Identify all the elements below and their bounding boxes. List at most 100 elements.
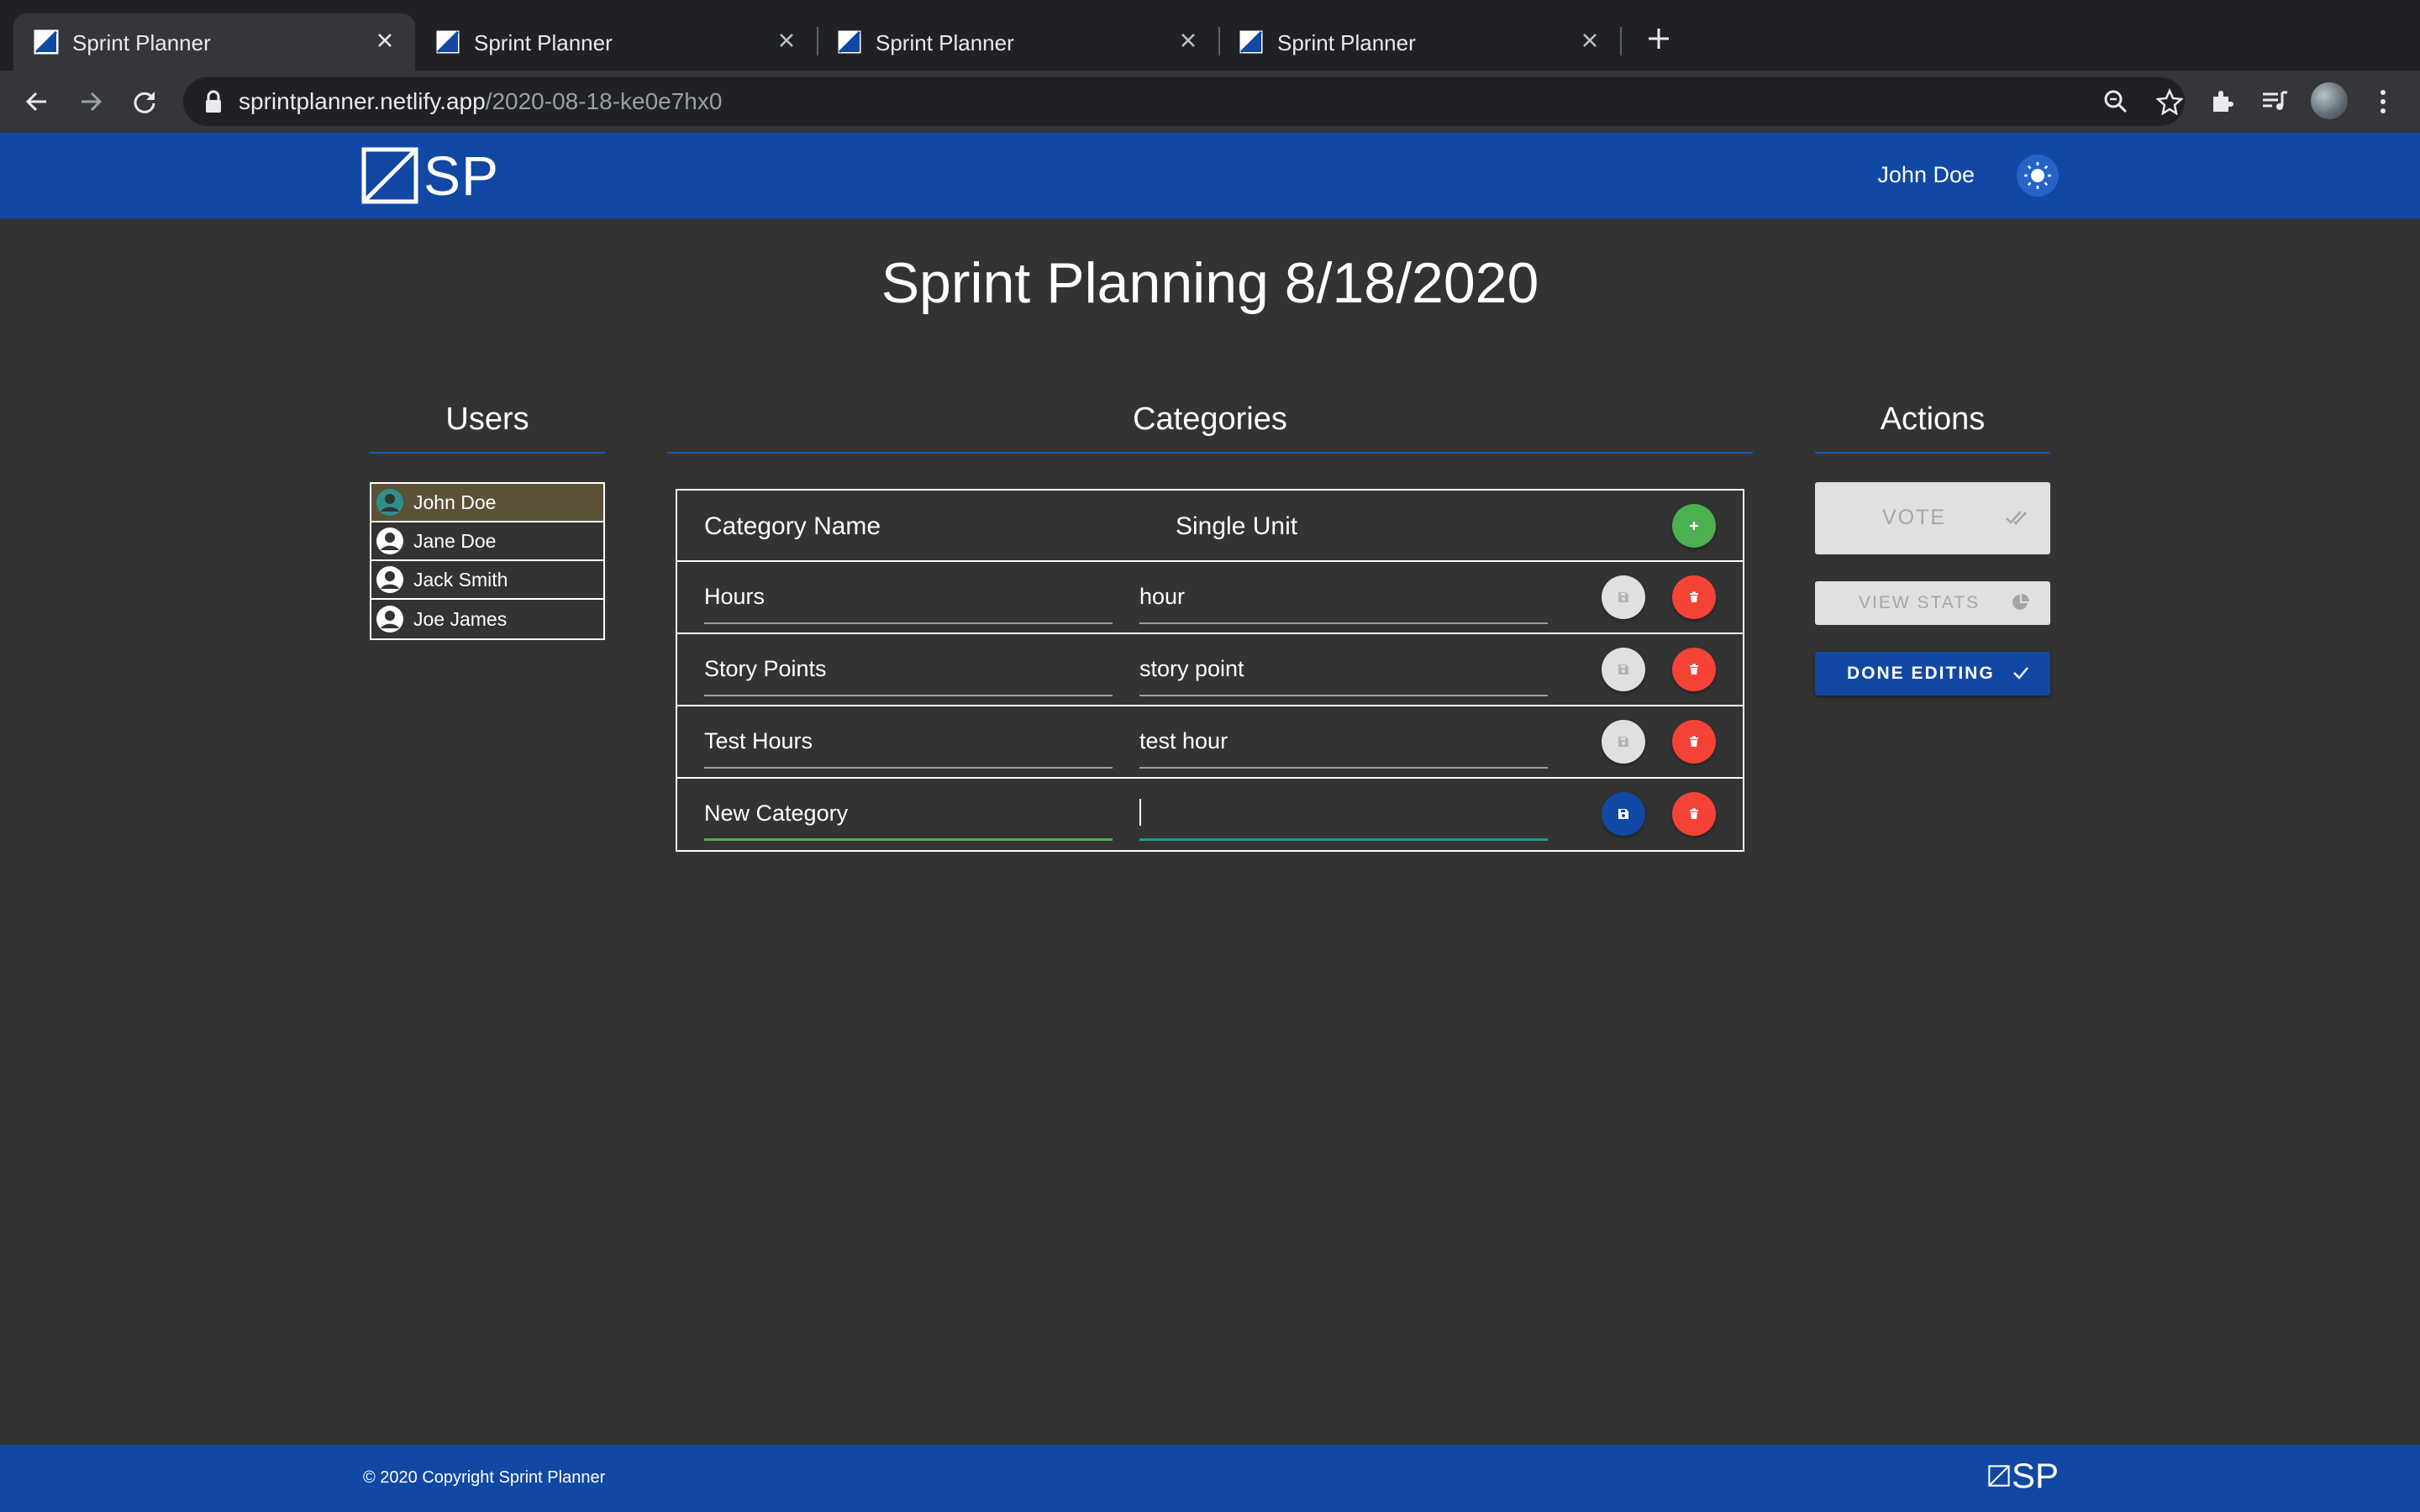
browser-tab-strip: Sprint Planner Sprint Planner Sprint Pla… xyxy=(0,0,2420,71)
user-name: Jane Doe xyxy=(413,529,497,552)
done-all-icon xyxy=(2006,511,2027,525)
url-domain: sprintplanner.netlify.app xyxy=(239,88,486,114)
profile-avatar[interactable] xyxy=(2311,82,2348,119)
close-tab-icon[interactable] xyxy=(368,24,402,57)
zoom-icon[interactable] xyxy=(2099,85,2133,118)
theme-toggle-button[interactable] xyxy=(2017,155,2059,197)
account-circle-icon xyxy=(376,489,403,516)
delete-category-button[interactable] xyxy=(1672,720,1716,764)
view-stats-button[interactable]: VIEW STATS xyxy=(1815,581,2050,625)
tab-title: Sprint Planner xyxy=(72,30,211,55)
browser-menu-icon[interactable] xyxy=(2365,83,2402,120)
save-category-button[interactable] xyxy=(1602,648,1645,691)
user-name: Joe James xyxy=(413,607,508,630)
close-tab-icon[interactable] xyxy=(1573,24,1607,57)
trash-icon xyxy=(1690,664,1698,675)
pie-chart-icon xyxy=(2012,594,2029,610)
user-item[interactable]: John Doe xyxy=(371,484,603,522)
account-circle-icon xyxy=(376,566,403,593)
categories-table: Category Name Single Unit Hours hour Sto… xyxy=(676,489,1744,852)
single-unit-value: story point xyxy=(1139,656,1244,681)
reload-icon[interactable] xyxy=(126,83,163,120)
category-name-field[interactable]: Story Points xyxy=(704,643,1113,696)
user-item[interactable]: Jane Doe xyxy=(371,522,603,561)
category-name-value: Story Points xyxy=(704,656,827,681)
single-unit-field[interactable]: test hour xyxy=(1139,715,1548,769)
forward-arrow-icon[interactable] xyxy=(72,83,109,120)
lock-icon[interactable] xyxy=(202,89,225,114)
save-category-button[interactable] xyxy=(1602,720,1645,764)
categories-divider xyxy=(667,452,1753,454)
column-header-single-unit: Single Unit xyxy=(1176,512,1298,540)
save-icon xyxy=(1618,592,1628,602)
tab-separator xyxy=(1620,27,1622,55)
logo-mark-icon xyxy=(361,147,418,204)
save-icon xyxy=(1618,737,1628,747)
user-name: Jack Smith xyxy=(413,568,508,591)
category-row: Test Hours test hour xyxy=(677,706,1743,779)
delete-category-button[interactable] xyxy=(1672,792,1716,836)
browser-tab[interactable]: Sprint Planner xyxy=(415,13,817,71)
logo-mark-icon xyxy=(1988,1465,2010,1487)
category-row: New Category xyxy=(677,779,1743,851)
trash-icon xyxy=(1690,591,1698,602)
field-underline xyxy=(704,767,1113,769)
category-name-field[interactable]: Test Hours xyxy=(704,715,1113,769)
user-item[interactable]: Joe James xyxy=(371,600,603,638)
text-cursor xyxy=(1139,799,1141,826)
browser-tab[interactable]: Sprint Planner xyxy=(13,13,415,71)
single-unit-field[interactable]: hour xyxy=(1139,570,1548,624)
url-text: sprintplanner.netlify.app/2020-08-18-ke0… xyxy=(239,88,722,115)
field-underline xyxy=(1139,838,1548,841)
account-circle-icon xyxy=(376,606,403,633)
check-icon xyxy=(2013,667,2028,680)
vote-button-label: VOTE xyxy=(1882,506,1947,529)
save-icon xyxy=(1618,809,1628,819)
single-unit-field[interactable]: story point xyxy=(1139,643,1548,696)
categories-table-header: Category Name Single Unit xyxy=(677,491,1743,562)
address-bar[interactable]: sprintplanner.netlify.app/2020-08-18-ke0… xyxy=(183,77,2185,126)
close-tab-icon[interactable] xyxy=(1171,24,1205,57)
browser-tab[interactable]: Sprint Planner xyxy=(817,13,1218,71)
actions-divider xyxy=(1815,452,2050,454)
footer-logo[interactable]: SP xyxy=(1988,1455,2059,1497)
actions-heading: Actions xyxy=(1880,402,1986,437)
url-path: /2020-08-18-ke0e7hx0 xyxy=(485,88,723,114)
header-user-name[interactable]: John Doe xyxy=(1857,162,1975,188)
save-category-button[interactable] xyxy=(1602,792,1645,836)
extensions-icon[interactable] xyxy=(2203,83,2240,120)
sun-icon xyxy=(2024,162,2051,189)
sprint-planner-favicon-icon xyxy=(1239,30,1263,54)
save-category-button[interactable] xyxy=(1602,575,1645,619)
bookmark-star-icon[interactable] xyxy=(2153,85,2186,118)
field-underline xyxy=(704,695,1113,696)
single-unit-field[interactable] xyxy=(1139,787,1548,841)
trash-icon xyxy=(1690,808,1698,819)
vote-button[interactable]: VOTE xyxy=(1815,482,2050,554)
delete-category-button[interactable] xyxy=(1672,575,1716,619)
delete-category-button[interactable] xyxy=(1672,648,1716,691)
browser-tab[interactable]: Sprint Planner xyxy=(1218,13,1620,71)
done-editing-button[interactable]: DONE EDITING xyxy=(1815,652,2050,696)
field-underline xyxy=(704,838,1113,841)
users-list: John Doe Jane Doe Jack Smith Joe James xyxy=(370,482,605,640)
sprint-planner-favicon-icon xyxy=(34,29,59,55)
media-queue-icon[interactable] xyxy=(2257,83,2294,120)
done-editing-button-label: DONE EDITING xyxy=(1847,664,1995,683)
add-category-button[interactable] xyxy=(1672,504,1716,548)
app-logo[interactable]: SP xyxy=(361,144,504,207)
account-circle-icon xyxy=(376,528,403,554)
column-header-category-name: Category Name xyxy=(704,512,881,540)
back-arrow-icon[interactable] xyxy=(18,83,55,120)
browser-toolbar: sprintplanner.netlify.app/2020-08-18-ke0… xyxy=(0,71,2420,133)
category-name-field[interactable]: New Category xyxy=(704,787,1113,841)
category-name-value: New Category xyxy=(704,801,849,826)
new-tab-icon[interactable] xyxy=(1642,22,1676,55)
field-underline xyxy=(1139,767,1548,769)
close-tab-icon[interactable] xyxy=(770,24,803,57)
category-name-field[interactable]: Hours xyxy=(704,570,1113,624)
user-item[interactable]: Jack Smith xyxy=(371,561,603,600)
category-name-value: Test Hours xyxy=(704,728,813,753)
tab-title: Sprint Planner xyxy=(474,30,613,55)
footer-logo-text: SP xyxy=(2011,1456,2059,1495)
